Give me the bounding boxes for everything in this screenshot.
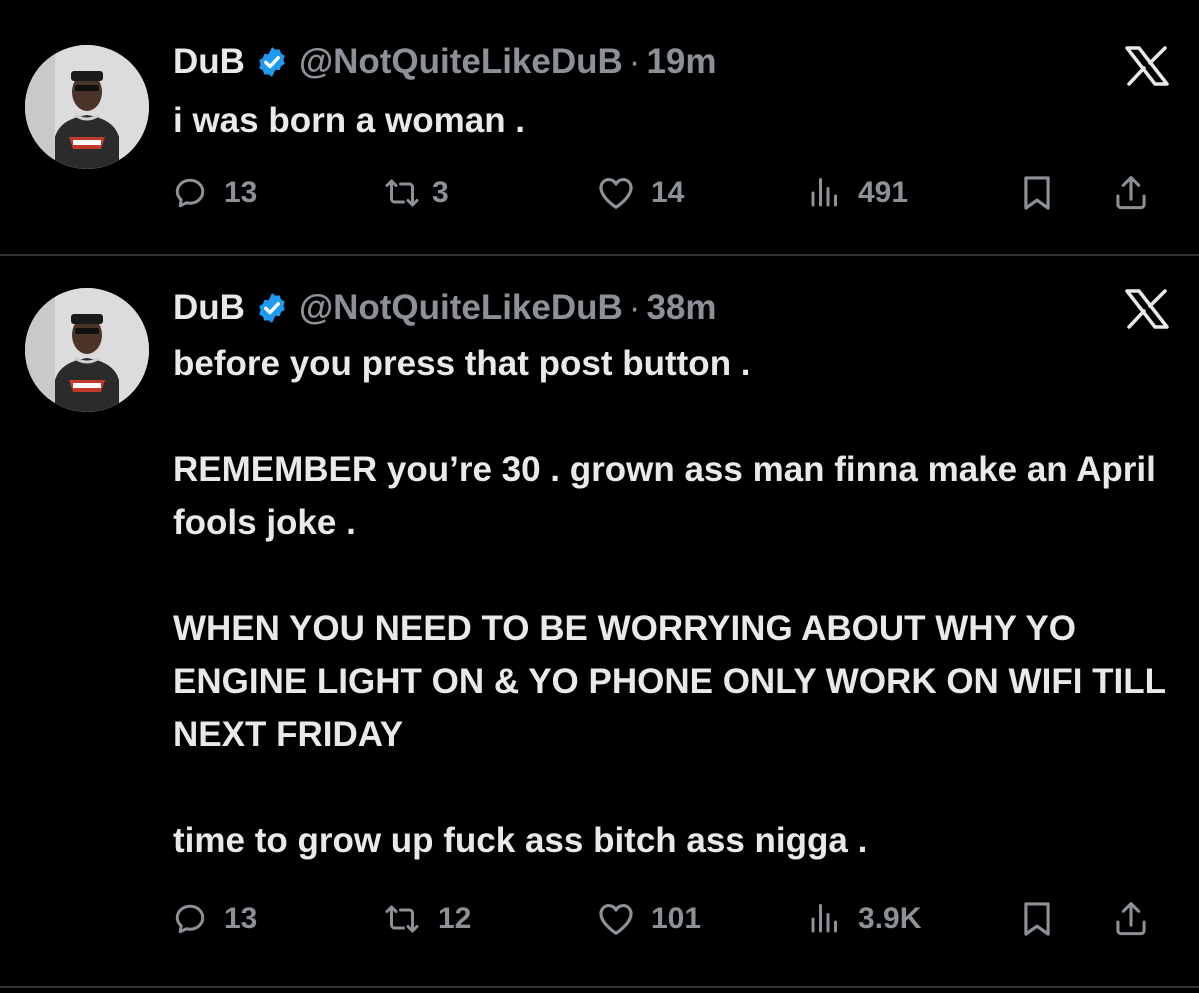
timestamp[interactable]: 38m bbox=[646, 288, 716, 328]
reply-count: 13 bbox=[224, 902, 258, 935]
author-name[interactable]: DuB bbox=[173, 288, 245, 328]
tweet-paragraph: before you press that post button . bbox=[173, 344, 751, 383]
views-button[interactable]: 491 bbox=[808, 168, 908, 218]
author-handle[interactable]: @NotQuiteLikeDuB bbox=[299, 42, 623, 82]
avatar[interactable] bbox=[25, 45, 149, 169]
bookmark-icon bbox=[1024, 902, 1050, 936]
tweet-text: i was born a woman . bbox=[173, 94, 1183, 147]
action-bar: 13 12 101 3.9K bbox=[172, 894, 1172, 944]
tweet-header: DuB @NotQuiteLikeDuB · 38m bbox=[173, 288, 717, 328]
reply-button[interactable]: 13 bbox=[172, 168, 257, 218]
avatar[interactable] bbox=[25, 288, 149, 412]
like-button[interactable]: 101 bbox=[597, 894, 701, 944]
timeline-feed: DuB @NotQuiteLikeDuB · 19m i was born a … bbox=[0, 0, 1199, 993]
reply-button[interactable]: 13 bbox=[172, 894, 257, 944]
verified-badge-icon bbox=[255, 291, 289, 325]
share-button[interactable] bbox=[1112, 894, 1150, 944]
heart-icon bbox=[599, 177, 633, 209]
tweet[interactable]: DuB @NotQuiteLikeDuB · 19m i was born a … bbox=[0, 0, 1199, 254]
tweet[interactable]: DuB @NotQuiteLikeDuB · 38m before you pr… bbox=[0, 257, 1199, 985]
views-count: 491 bbox=[858, 176, 909, 209]
reply-icon bbox=[175, 904, 205, 934]
repost-count: 12 bbox=[438, 902, 472, 935]
verified-badge-icon bbox=[255, 45, 289, 79]
repost-count: 3 bbox=[432, 176, 449, 209]
timestamp[interactable]: 19m bbox=[646, 42, 716, 82]
reply-icon bbox=[175, 178, 205, 208]
bookmark-button[interactable] bbox=[1020, 894, 1054, 944]
tweet-paragraph: REMEMBER you’re 30 . grown ass man finna… bbox=[173, 450, 1156, 542]
share-button[interactable] bbox=[1112, 168, 1150, 218]
bookmark-icon bbox=[1024, 176, 1050, 210]
separator: · bbox=[628, 288, 641, 327]
author-handle[interactable]: @NotQuiteLikeDuB bbox=[299, 288, 623, 328]
x-logo-icon bbox=[1125, 46, 1169, 86]
repost-button[interactable]: 12 bbox=[382, 894, 471, 944]
tweet-paragraph: time to grow up fuck ass bitch ass nigga… bbox=[173, 821, 868, 860]
reply-count: 13 bbox=[224, 176, 258, 209]
separator: · bbox=[628, 42, 641, 81]
x-logo-icon bbox=[1125, 289, 1169, 329]
heart-icon bbox=[599, 903, 633, 935]
views-chart-icon bbox=[811, 178, 837, 207]
avatar-photo bbox=[25, 45, 149, 169]
tweet-text: before you press that post button . REME… bbox=[173, 337, 1183, 867]
views-button[interactable]: 3.9K bbox=[808, 894, 921, 944]
divider bbox=[0, 986, 1199, 988]
tweet-paragraph: i was born a woman . bbox=[173, 101, 526, 140]
like-count: 14 bbox=[651, 176, 685, 209]
views-count: 3.9K bbox=[858, 902, 922, 935]
divider bbox=[0, 254, 1199, 256]
avatar-photo bbox=[25, 288, 149, 412]
like-button[interactable]: 14 bbox=[597, 168, 684, 218]
repost-button[interactable]: 3 bbox=[382, 168, 449, 218]
share-icon bbox=[1116, 902, 1146, 936]
tweet-header: DuB @NotQuiteLikeDuB · 19m bbox=[173, 42, 717, 82]
share-icon bbox=[1116, 176, 1146, 210]
tweet-paragraph: WHEN YOU NEED TO BE WORRYING ABOUT WHY Y… bbox=[173, 609, 1166, 754]
bookmark-button[interactable] bbox=[1020, 168, 1054, 218]
views-chart-icon bbox=[811, 904, 837, 933]
repost-icon bbox=[385, 905, 419, 933]
repost-icon bbox=[385, 179, 419, 207]
author-name[interactable]: DuB bbox=[173, 42, 245, 82]
like-count: 101 bbox=[651, 902, 702, 935]
action-bar: 13 3 14 491 bbox=[172, 168, 1172, 218]
